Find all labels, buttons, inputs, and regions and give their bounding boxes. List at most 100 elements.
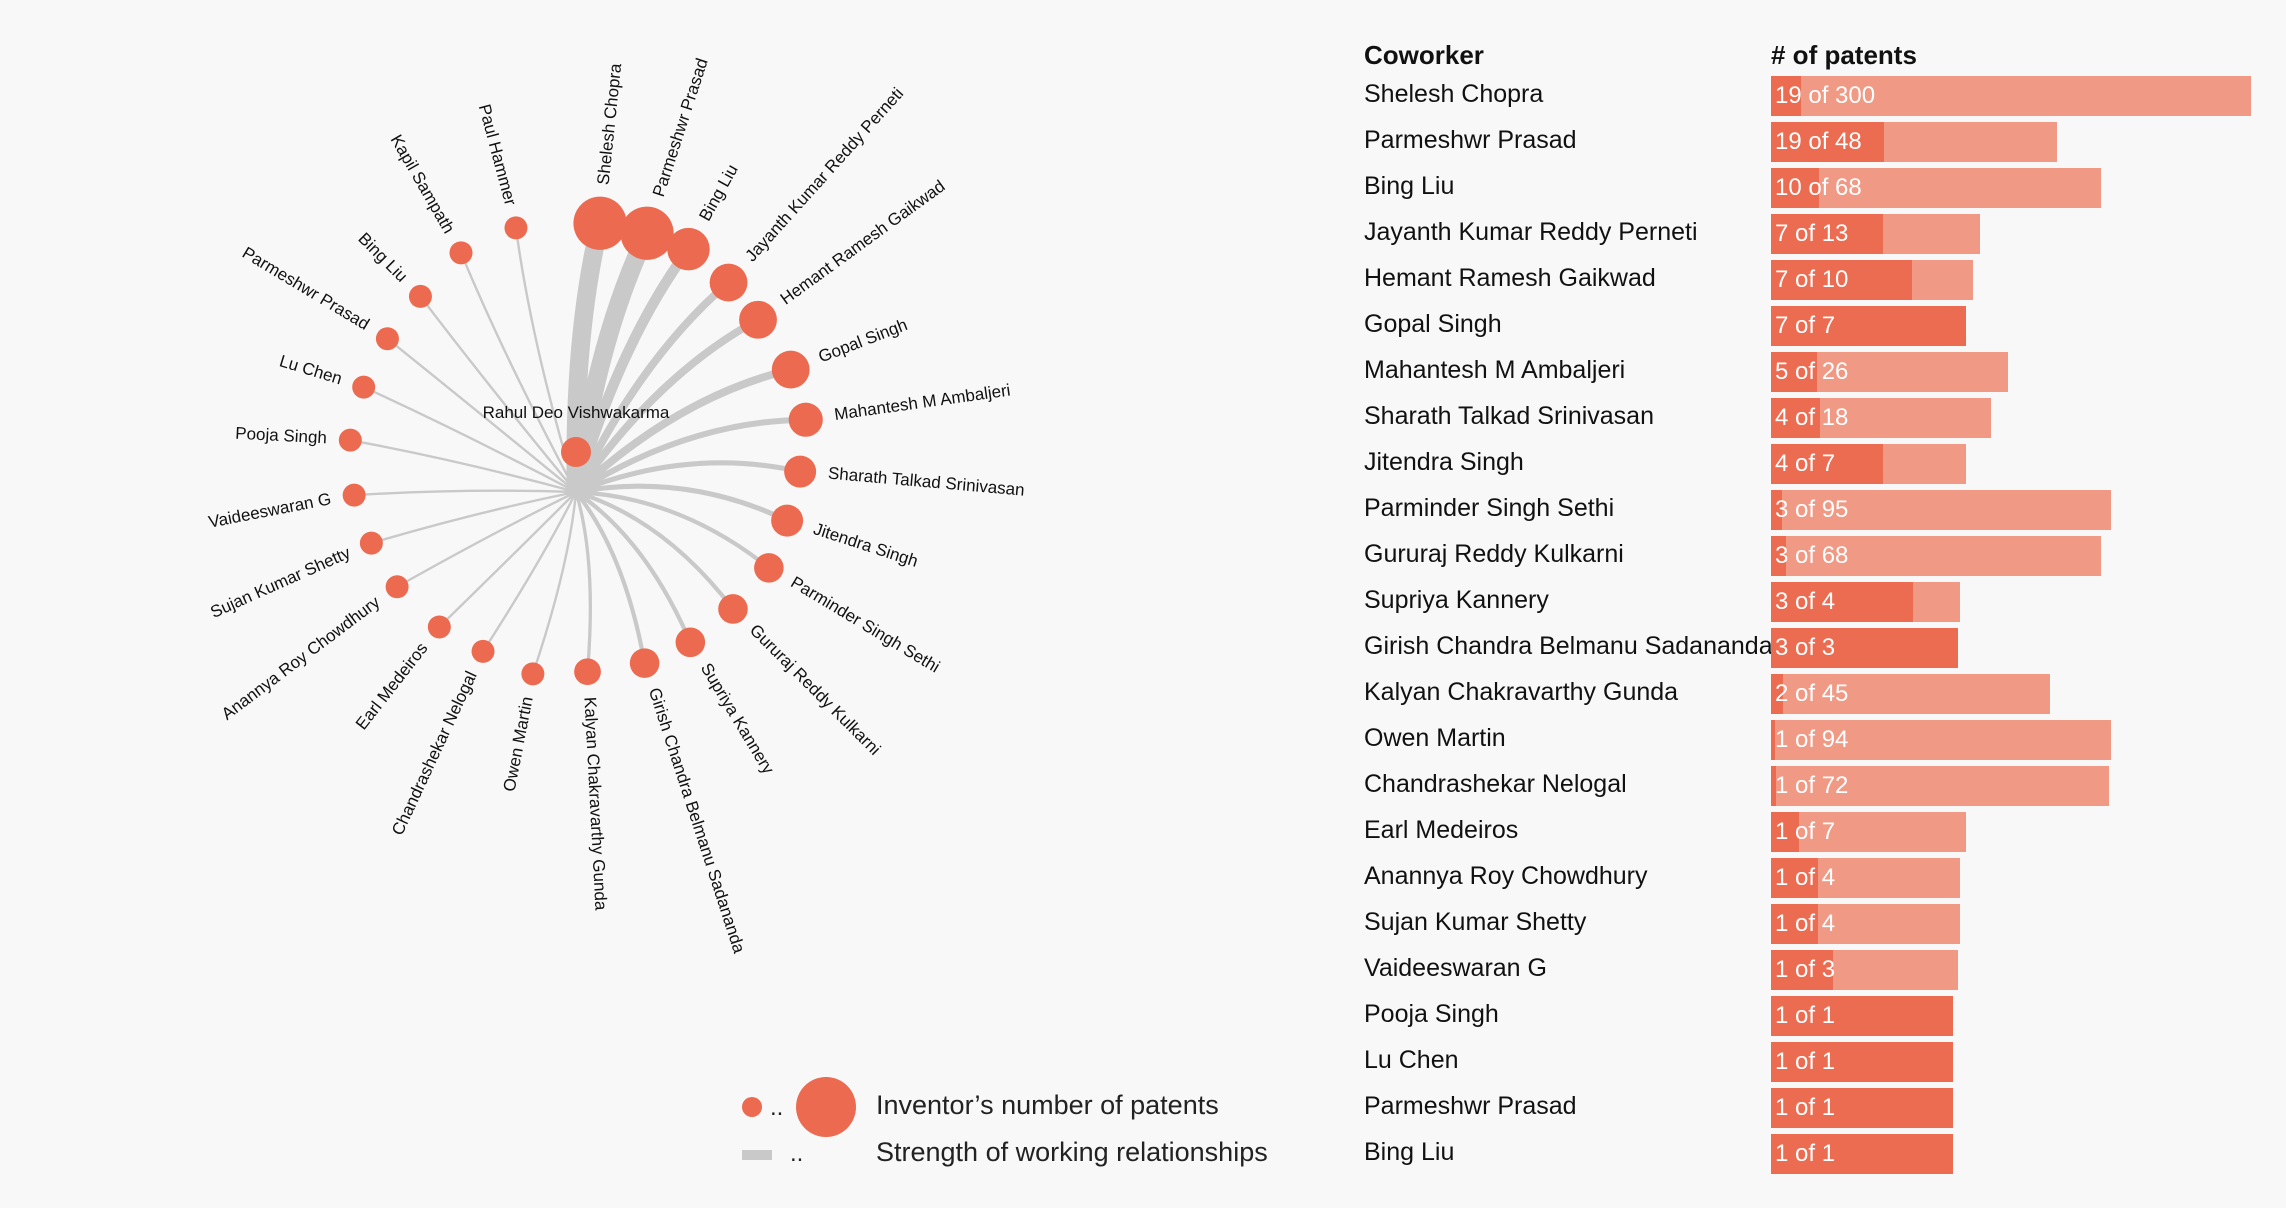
legend-size-label: Inventor’s number of patents [876,1090,1219,1120]
node-10[interactable] [718,594,748,624]
node-16[interactable] [427,615,451,639]
node-2[interactable] [667,227,710,271]
node-18[interactable] [359,531,383,555]
node-23[interactable] [408,284,432,308]
node-label-5: Gopal Singh [816,315,910,366]
node-label-0: Shelesh Chopra [594,62,626,186]
patent-count-label: 4 of 18 [1775,404,1849,431]
coworker-column-header: Coworker [1364,40,1484,70]
node-label-13: Kalyan Chakravarthy Gunda [580,696,610,911]
table-row[interactable]: Chandrashekar Nelogal 1 of 72 [1364,766,2264,812]
node-25[interactable] [504,216,528,240]
table-row[interactable]: Bing Liu 10 of 68 [1364,168,2264,214]
node-24[interactable] [449,241,473,265]
node-14[interactable] [521,662,545,686]
coworker-name: Supriya Kannery [1364,586,1549,614]
coworker-name: Jayanth Kumar Reddy Perneti [1364,218,1698,246]
table-row[interactable]: Jayanth Kumar Reddy Perneti 7 of 13 [1364,214,2264,260]
table-row[interactable]: Parmeshwr Prasad 1 of 1 [1364,1088,2264,1134]
node-label-25: Paul Hammer [475,102,520,208]
node-22[interactable] [375,327,399,351]
patent-count-label: 1 of 1 [1775,1094,1836,1121]
table-row[interactable]: Bing Liu 1 of 1 [1364,1134,2264,1180]
node-0[interactable] [573,196,627,250]
coworker-name: Girish Chandra Belmanu Sadananda [1364,632,1773,660]
table-row[interactable]: Gururaj Reddy Kulkarni 3 of 68 [1364,536,2264,582]
node-9[interactable] [754,553,784,583]
link-20 [350,438,577,494]
table-row[interactable]: Supriya Kannery 3 of 4 [1364,582,2264,628]
coworker-name: Sharath Talkad Srinivasan [1364,402,1654,430]
node-19[interactable] [342,483,366,507]
node-21[interactable] [352,375,376,399]
legend-small-circle [742,1097,762,1117]
table-row[interactable]: Sujan Kumar Shetty 1 of 4 [1364,904,2264,950]
coworker-name: Owen Martin [1364,724,1506,752]
node-label-10: Gururaj Reddy Kulkarni [746,620,884,758]
table-row[interactable]: Parminder Singh Sethi 3 of 95 [1364,490,2264,536]
node-7[interactable] [784,455,817,488]
legend-thin-line [742,1150,772,1160]
table-row[interactable]: Anannya Roy Chowdhury 1 of 4 [1364,858,2264,904]
patent-count-label: 5 of 26 [1775,358,1849,385]
node-label-18: Sujan Kumar Shetty [207,543,353,622]
node-label-6: Mahantesh M Ambaljeri [833,381,1012,425]
node-11[interactable] [675,627,706,658]
node-20[interactable] [338,428,362,452]
node-6[interactable] [788,402,823,437]
center-node[interactable] [561,437,591,467]
legend: .. Inventor’s number of patents .. Stren… [728,1070,1328,1190]
node-label-7: Sharath Talkad Srinivasan [827,464,1025,500]
table-row[interactable]: Kalyan Chakravarthy Gunda 2 of 45 [1364,674,2264,720]
link-19 [354,489,577,497]
table-row[interactable]: Girish Chandra Belmanu Sadananda 3 of 3 [1364,628,2264,674]
table-row[interactable]: Pooja Singh 1 of 1 [1364,996,2264,1042]
coworker-name: Gopal Singh [1364,310,1502,338]
patent-count-label: 1 of 94 [1775,726,1849,753]
patents-column-header: # of patents [1771,40,1917,70]
node-13[interactable] [574,658,601,686]
coworker-name: Parminder Singh Sethi [1364,494,1615,522]
node-label-19: Vaideeswaran G [207,489,333,531]
coworker-name: Bing Liu [1364,1138,1455,1166]
node-label-8: Jitendra Singh [811,519,920,571]
patent-count-label: 1 of 72 [1775,772,1849,799]
table-row[interactable]: Hemant Ramesh Gaikwad 7 of 10 [1364,260,2264,306]
table-row[interactable]: Lu Chen 1 of 1 [1364,1042,2264,1088]
node-17[interactable] [385,575,409,599]
patent-count-label: 1 of 7 [1775,818,1836,845]
node-3[interactable] [709,263,748,302]
node-4[interactable] [739,300,777,339]
patent-count-label: 1 of 4 [1775,910,1836,937]
patent-count-label: 1 of 1 [1775,1048,1836,1075]
table-row[interactable]: Owen Martin 1 of 94 [1364,720,2264,766]
table-row[interactable]: Mahantesh M Ambaljeri 5 of 26 [1364,352,2264,398]
node-12[interactable] [629,648,660,678]
node-label-24: Kapil Sampath [387,131,459,236]
node-8[interactable] [771,504,804,537]
coworker-name: Pooja Singh [1364,1000,1499,1028]
table-row[interactable]: Gopal Singh 7 of 7 [1364,306,2264,352]
coworker-network-graph: Shelesh Chopra Parmeshwr PrasadBing Liu Ja… [207,56,1025,956]
node-15[interactable] [471,639,495,663]
node-1[interactable] [620,206,674,260]
table-row[interactable]: Vaideeswaran G 1 of 3 [1364,950,2264,996]
coworker-name: Chandrashekar Nelogal [1364,770,1627,798]
legend-dots-strength: .. [790,1140,804,1167]
table-row[interactable]: Parmeshwr Prasad 19 of 48 [1364,122,2264,168]
coworker-name: Jitendra Singh [1364,448,1524,476]
table-row[interactable]: Shelesh Chopra 19 of 300 [1364,76,2264,122]
table-row[interactable]: Jitendra Singh 4 of 7 [1364,444,2264,490]
patent-count-label: 19 of 48 [1775,128,1862,155]
node-label-20: Pooja Singh [235,424,328,448]
patent-count-label: 10 of 68 [1775,174,1862,201]
table-row[interactable]: Sharath Talkad Srinivasan 4 of 18 [1364,398,2264,444]
table-row[interactable]: Earl Medeiros 1 of 7 [1364,812,2264,858]
coworker-name: Vaideeswaran G [1364,954,1547,982]
node-label-11: Supriya Kannery [697,660,778,778]
patent-count-label: 1 of 3 [1775,956,1836,983]
link-14 [531,491,578,675]
patent-count-label: 19 of 300 [1775,82,1876,109]
node-label-21: Lu Chen [277,351,344,388]
node-5[interactable] [771,350,810,389]
